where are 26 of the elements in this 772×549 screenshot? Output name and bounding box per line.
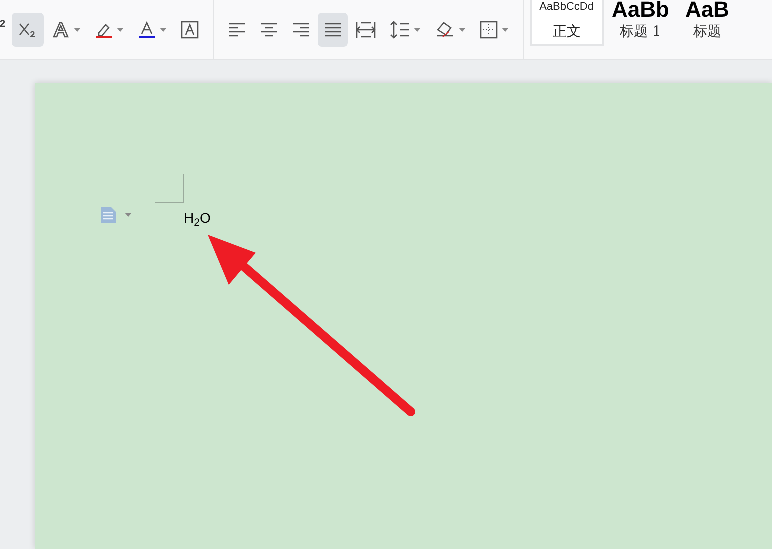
- caret-icon: [125, 213, 132, 217]
- align-center-icon: [260, 22, 278, 38]
- toolbar-button[interactable]: [318, 12, 348, 46]
- letter-a-icon: [138, 20, 156, 38]
- caret-icon: [502, 28, 509, 32]
- outlined-letter-icon: [52, 20, 70, 38]
- caret-icon: [160, 28, 167, 32]
- line-spacing-icon: [390, 20, 410, 38]
- style-preset[interactable]: AaB 标题: [677, 0, 738, 46]
- align-right-icon: [292, 22, 310, 38]
- style-preset[interactable]: AaBb 标题 1: [604, 0, 678, 46]
- justify-icon: [324, 22, 342, 38]
- paint-bucket-icon: [434, 20, 455, 38]
- caret-icon: [116, 28, 124, 32]
- align-left-icon: [228, 22, 246, 38]
- boxed-letter-icon: [180, 20, 199, 38]
- toolbar-button[interactable]: [12, 12, 44, 46]
- caret-icon: [414, 28, 421, 32]
- caret-icon: [74, 28, 81, 32]
- style-preset[interactable]: AaBbCcDd 正文: [530, 0, 604, 46]
- borders-icon: [480, 20, 498, 38]
- superscript-digit: 2: [0, 18, 6, 32]
- document-text: H$_{2}$O: [184, 209, 211, 229]
- distribute-icon: [356, 20, 376, 38]
- caret-icon: [458, 28, 466, 32]
- margin-corner-mark: [155, 174, 185, 204]
